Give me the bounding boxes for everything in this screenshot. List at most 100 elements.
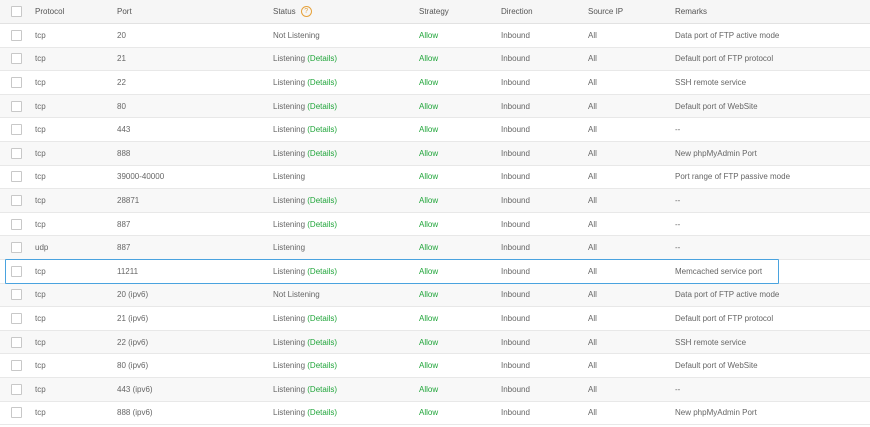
cell-strategy[interactable]: Allow (419, 331, 438, 354)
cell-strategy[interactable]: Allow (419, 142, 438, 165)
cell-strategy[interactable]: Allow (419, 48, 438, 71)
row-checkbox[interactable] (11, 218, 22, 230)
table-row: tcp 20 (ipv6) Not Listening Allow Inbound All… (0, 283, 870, 308)
details-link[interactable]: (Details) (307, 408, 337, 417)
details-link[interactable]: (Details) (307, 220, 337, 229)
details-link[interactable]: (Details) (307, 267, 337, 276)
row-checkbox[interactable] (11, 312, 22, 324)
status-text: Listening (273, 384, 306, 394)
cell-direction: Inbound (501, 172, 530, 182)
cell-source-ip: All (588, 30, 597, 40)
cell-strategy[interactable]: Allow (419, 307, 438, 330)
cell-port: 20 (117, 30, 126, 40)
row-checkbox-cell[interactable] (11, 307, 22, 330)
cell-strategy[interactable]: Allow (419, 354, 438, 377)
cell-protocol: tcp (35, 290, 46, 300)
cell-strategy[interactable]: Allow (419, 24, 438, 47)
cell-strategy[interactable]: Allow (419, 189, 438, 212)
status-text: Listening (273, 125, 306, 135)
row-checkbox[interactable] (11, 29, 22, 41)
header-remarks: Remarks (675, 7, 708, 16)
details-link[interactable]: (Details) (307, 338, 337, 347)
row-checkbox-cell[interactable] (11, 378, 22, 401)
row-checkbox-cell[interactable] (11, 402, 22, 425)
row-checkbox[interactable] (11, 100, 22, 112)
cell-strategy[interactable]: Allow (419, 236, 438, 259)
row-checkbox-cell[interactable] (11, 71, 22, 94)
row-checkbox[interactable] (11, 383, 22, 395)
cell-direction: Inbound (501, 77, 530, 87)
cell-status: Listening (Details) (273, 307, 337, 330)
table-row: tcp 80 Listening (Details) Allow Inbound All D… (0, 94, 870, 119)
row-checkbox-cell[interactable] (11, 166, 22, 189)
help-icon[interactable]: ? (300, 6, 312, 17)
row-checkbox[interactable] (11, 171, 22, 183)
row-checkbox[interactable] (11, 265, 22, 277)
row-checkbox-cell[interactable] (11, 236, 22, 259)
cell-strategy[interactable]: Allow (419, 95, 438, 118)
cell-status: Not Listening (273, 24, 320, 47)
cell-strategy[interactable]: Allow (419, 284, 438, 307)
select-all-checkbox[interactable] (11, 6, 22, 17)
row-checkbox-cell[interactable] (11, 354, 22, 377)
cell-strategy[interactable]: Allow (419, 213, 438, 236)
details-link[interactable]: (Details) (307, 149, 337, 158)
row-checkbox[interactable] (11, 407, 22, 419)
row-checkbox-cell[interactable] (11, 118, 22, 141)
row-checkbox[interactable] (11, 336, 22, 348)
cell-status: Listening (Details) (273, 213, 337, 236)
cell-source-ip: All (588, 125, 597, 135)
details-link[interactable]: (Details) (307, 361, 337, 370)
details-link[interactable]: (Details) (307, 54, 337, 63)
row-checkbox-cell[interactable] (11, 24, 22, 47)
details-link[interactable]: (Details) (307, 78, 337, 87)
cell-source-ip: All (588, 408, 597, 418)
row-checkbox-cell[interactable] (11, 331, 22, 354)
cell-protocol: tcp (35, 408, 46, 418)
cell-strategy[interactable]: Allow (419, 402, 438, 425)
row-checkbox-cell[interactable] (11, 260, 22, 283)
header-source-ip: Source IP (588, 7, 624, 16)
details-link[interactable]: (Details) (307, 385, 337, 394)
cell-status: Listening (Details) (273, 402, 337, 425)
row-checkbox[interactable] (11, 242, 22, 254)
row-checkbox-cell[interactable] (11, 189, 22, 212)
row-checkbox-cell[interactable] (11, 48, 22, 71)
cell-strategy[interactable]: Allow (419, 118, 438, 141)
row-checkbox[interactable] (11, 147, 22, 159)
cell-status: Not Listening (273, 284, 320, 307)
cell-source-ip: All (588, 384, 597, 394)
cell-status: Listening (273, 236, 305, 259)
row-checkbox-cell[interactable] (11, 213, 22, 236)
row-checkbox[interactable] (11, 76, 22, 88)
details-link[interactable]: (Details) (307, 125, 337, 134)
cell-source-ip: All (588, 361, 597, 371)
row-checkbox[interactable] (11, 124, 22, 136)
cell-strategy[interactable]: Allow (419, 71, 438, 94)
details-link[interactable]: (Details) (307, 196, 337, 205)
row-checkbox-cell[interactable] (11, 284, 22, 307)
cell-status: Listening (Details) (273, 331, 337, 354)
cell-protocol: tcp (35, 361, 46, 371)
row-checkbox-cell[interactable] (11, 142, 22, 165)
cell-remarks: Default port of WebSite (675, 361, 758, 371)
cell-source-ip: All (588, 195, 597, 205)
cell-strategy[interactable]: Allow (419, 378, 438, 401)
row-checkbox[interactable] (11, 289, 22, 301)
cell-source-ip: All (588, 290, 597, 300)
row-checkbox[interactable] (11, 360, 22, 372)
status-text: Listening (273, 77, 306, 87)
cell-direction: Inbound (501, 195, 530, 205)
cell-remarks: Port range of FTP passive mode (675, 172, 791, 182)
details-link[interactable]: (Details) (307, 102, 337, 111)
cell-direction: Inbound (501, 219, 530, 229)
status-text: Not Listening (273, 30, 320, 40)
status-text: Listening (273, 243, 306, 253)
cell-strategy[interactable]: Allow (419, 166, 438, 189)
row-checkbox[interactable] (11, 53, 22, 65)
row-checkbox[interactable] (11, 194, 22, 206)
cell-strategy[interactable]: Allow (419, 260, 438, 283)
details-link[interactable]: (Details) (307, 314, 337, 323)
row-checkbox-cell[interactable] (11, 95, 22, 118)
select-all-checkbox-cell[interactable] (11, 0, 22, 23)
